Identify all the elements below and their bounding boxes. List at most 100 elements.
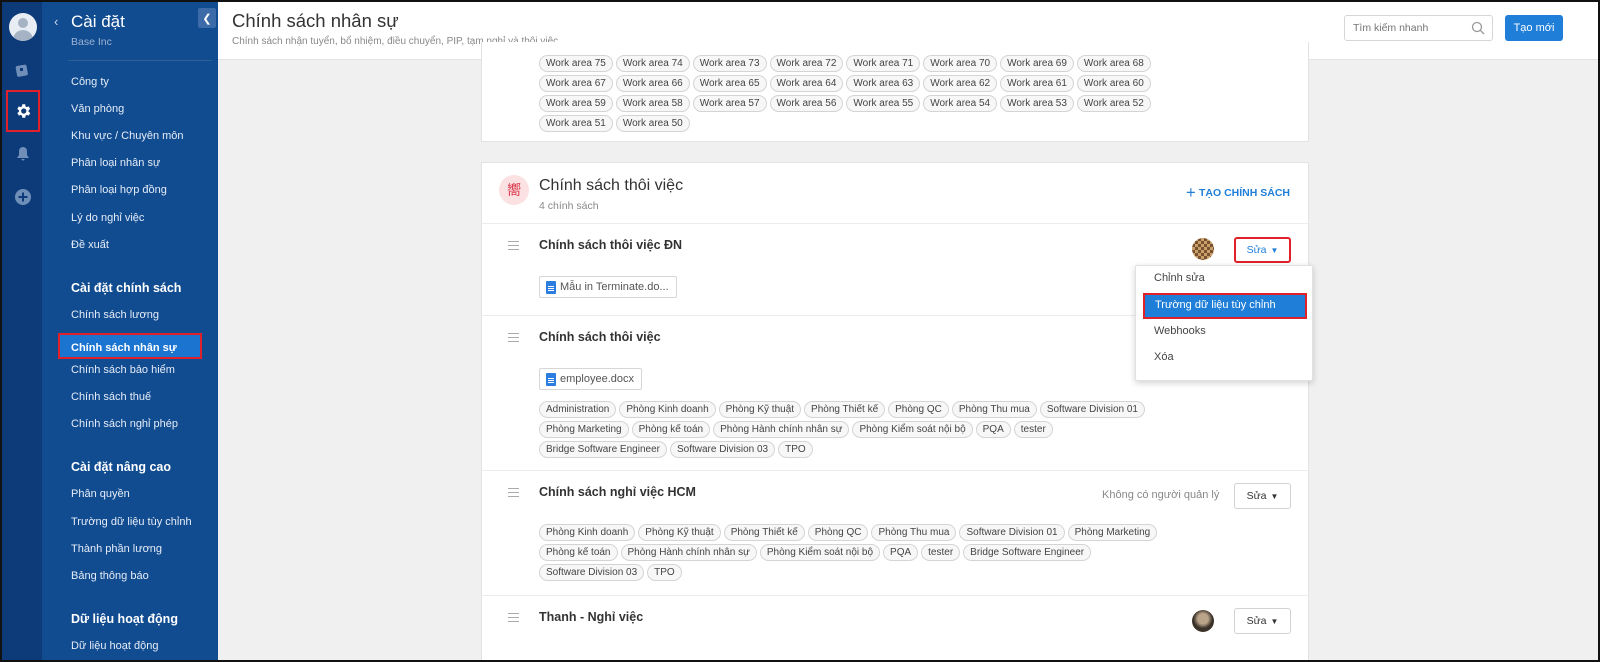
bell-icon[interactable] bbox=[12, 143, 34, 165]
sidebar-item-insurance-policy[interactable]: Chính sách bảo hiểm bbox=[71, 364, 175, 376]
edit-dropdown-button[interactable]: Sửa ▼ bbox=[1234, 237, 1291, 263]
search-icon[interactable] bbox=[1471, 21, 1485, 35]
policy-row: Chính sách nghỉ việc HCM Không có người … bbox=[482, 470, 1310, 595]
department-tag: Phòng Kinh doanh bbox=[539, 524, 636, 541]
drag-handle-icon[interactable] bbox=[508, 488, 519, 500]
app-grid-icon[interactable] bbox=[12, 58, 34, 80]
work-area-tag: Work area 57 bbox=[692, 95, 767, 112]
page-title: Chính sách nhân sự bbox=[232, 10, 399, 31]
work-area-tag: Work area 69 bbox=[1000, 55, 1074, 72]
merge-icon: 嚮 bbox=[499, 175, 529, 205]
icon-rail bbox=[2, 2, 42, 660]
department-tag: Phòng Thiết kế bbox=[804, 401, 886, 418]
department-tag: Phòng QC bbox=[888, 401, 949, 418]
collapse-sidebar-button[interactable]: ❮ bbox=[198, 8, 216, 28]
work-area-tag: Work area 66 bbox=[615, 75, 690, 92]
search-input[interactable] bbox=[1345, 16, 1465, 40]
add-circle-icon[interactable] bbox=[12, 186, 34, 208]
termination-policy-card: 嚮 Chính sách thôi việc 4 chính sách ＋ TẠ… bbox=[481, 162, 1310, 660]
sidebar-item-staff-type[interactable]: Phân loại nhân sự bbox=[71, 157, 160, 169]
menu-item-custom-fields[interactable]: Trường dữ liệu tùy chỉnh bbox=[1143, 293, 1307, 319]
edit-dropdown-button[interactable]: Sửa ▼ bbox=[1234, 483, 1291, 509]
department-tag: Phòng Marketing bbox=[1067, 524, 1158, 541]
work-area-tag: Work area 63 bbox=[846, 75, 921, 92]
back-chevron-icon[interactable]: ‹ bbox=[54, 14, 58, 29]
department-tag: Phòng Kiểm soát nội bộ bbox=[759, 544, 881, 561]
work-area-tag: Work area 68 bbox=[1076, 55, 1151, 72]
department-tag: Software Division 03 bbox=[539, 564, 645, 581]
sidebar-item-leave-policy[interactable]: Chính sách nghỉ phép bbox=[71, 418, 178, 430]
work-area-tag: Work area 54 bbox=[923, 95, 998, 112]
department-tag: Phòng Thu mua bbox=[951, 401, 1037, 418]
sidebar-item-custom-fields[interactable]: Trường dữ liệu tùy chỉnh bbox=[71, 516, 192, 528]
drag-handle-icon[interactable] bbox=[508, 333, 519, 345]
sidebar-section-policy: Cài đặt chính sách bbox=[71, 281, 182, 295]
department-tag: Phòng Kinh doanh bbox=[619, 401, 716, 418]
department-tag: tester bbox=[921, 544, 961, 561]
department-tag: Phòng Kỹ thuật bbox=[638, 524, 721, 541]
app-frame: ❮ ‹ Cài đặt Base Inc Công ty Văn phòng K… bbox=[0, 0, 1600, 662]
department-tag: tester bbox=[1013, 421, 1053, 438]
work-area-tag: Work area 58 bbox=[615, 95, 690, 112]
sidebar-item-office[interactable]: Văn phòng bbox=[71, 103, 124, 115]
policy-title: Chính sách thôi việc bbox=[539, 330, 661, 344]
department-tags: Administration Phòng Kinh doanh Phòng Kỹ t… bbox=[539, 399, 1179, 459]
drag-handle-icon[interactable] bbox=[508, 613, 519, 625]
department-tag: PQA bbox=[975, 421, 1011, 438]
sidebar-item-company[interactable]: Công ty bbox=[71, 76, 109, 88]
sidebar-item-salary-policy[interactable]: Chính sách lương bbox=[71, 309, 159, 321]
create-new-button[interactable]: Tạo mới bbox=[1505, 15, 1563, 41]
sidebar-item-area[interactable]: Khu vực / Chuyên môn bbox=[71, 130, 184, 142]
sidebar-item-hr-policy[interactable]: Chính sách nhân sự bbox=[58, 333, 202, 359]
work-area-tag: Work area 56 bbox=[769, 95, 844, 112]
sidebar-item-contract-type[interactable]: Phân loại hợp đồng bbox=[71, 184, 167, 196]
work-area-tag: Work area 73 bbox=[692, 55, 767, 72]
edit-dropdown-menu: Chỉnh sửa Trường dữ liệu tùy chỉnh Webho… bbox=[1135, 265, 1313, 381]
department-tag: Bridge Software Engineer bbox=[539, 441, 667, 458]
sidebar-title: Cài đặt bbox=[71, 12, 125, 31]
policy-title: Chính sách thôi việc ĐN bbox=[539, 238, 683, 252]
create-policy-label: TẠO CHÍNH SÁCH bbox=[1199, 187, 1290, 199]
work-area-tag: Work area 75 bbox=[539, 55, 613, 72]
settings-gear-icon[interactable] bbox=[6, 90, 40, 132]
menu-item-webhooks[interactable]: Webhooks bbox=[1154, 325, 1206, 337]
edit-dropdown-button[interactable]: Sửa ▼ bbox=[1234, 608, 1291, 634]
work-area-tag: Work area 70 bbox=[923, 55, 998, 72]
no-manager-label: Không có người quản lý bbox=[1102, 489, 1220, 501]
drag-handle-icon[interactable] bbox=[508, 241, 519, 253]
department-tag: Phòng Kiểm soát nội bộ bbox=[852, 421, 973, 438]
sidebar-item-activity-data[interactable]: Dữ liệu hoạt động bbox=[71, 640, 158, 652]
work-area-tag: Work area 65 bbox=[692, 75, 767, 92]
section-title: Chính sách thôi việc bbox=[539, 177, 684, 194]
department-tag: Bridge Software Engineer bbox=[963, 544, 1092, 561]
create-policy-button[interactable]: ＋ TẠO CHÍNH SÁCH bbox=[1186, 185, 1290, 200]
sidebar-item-salary-components[interactable]: Thành phần lương bbox=[71, 543, 162, 555]
department-tag: Phòng Hành chính nhân sự bbox=[713, 421, 850, 438]
menu-item-edit[interactable]: Chỉnh sửa bbox=[1154, 272, 1205, 284]
department-tag: TPO bbox=[647, 564, 682, 581]
sidebar-item-leave-reason[interactable]: Lý do nghỉ việc bbox=[71, 212, 144, 224]
sidebar-section-advanced: Cài đặt nâng cao bbox=[71, 460, 172, 474]
user-avatar[interactable] bbox=[9, 13, 37, 41]
menu-item-delete[interactable]: Xóa bbox=[1154, 351, 1174, 363]
work-area-tag: Work area 53 bbox=[1000, 95, 1074, 112]
department-tag: Phòng kế toán bbox=[631, 421, 711, 438]
document-icon bbox=[546, 373, 556, 386]
sidebar-item-tax-policy[interactable]: Chính sách thuế bbox=[71, 391, 151, 403]
caret-down-icon: ▼ bbox=[1270, 492, 1279, 501]
caret-down-icon: ▼ bbox=[1270, 617, 1279, 626]
work-area-tag: Work area 59 bbox=[539, 95, 613, 112]
sidebar-item-permissions[interactable]: Phân quyền bbox=[71, 488, 130, 500]
document-icon bbox=[546, 281, 556, 294]
attached-file[interactable]: Mẫu in Terminate.do... bbox=[539, 276, 677, 298]
sidebar-item-notice-board[interactable]: Bảng thông báo bbox=[71, 570, 149, 582]
attached-file[interactable]: employee.docx bbox=[539, 368, 642, 390]
department-tag: Phòng QC bbox=[807, 524, 869, 541]
work-area-tag: Work area 51 bbox=[539, 115, 613, 132]
file-name: Mẫu in Terminate.do... bbox=[560, 281, 669, 293]
department-tag: Phòng Thiết kế bbox=[723, 524, 805, 541]
sidebar-item-proposal[interactable]: Đề xuất bbox=[71, 239, 109, 251]
sidebar-section-activity: Dữ liệu hoạt động bbox=[71, 612, 178, 626]
work-area-tag: Work area 61 bbox=[1000, 75, 1074, 92]
work-area-tags: Work area 75 Work area 74 Work area 73 Work… bbox=[539, 53, 1179, 133]
